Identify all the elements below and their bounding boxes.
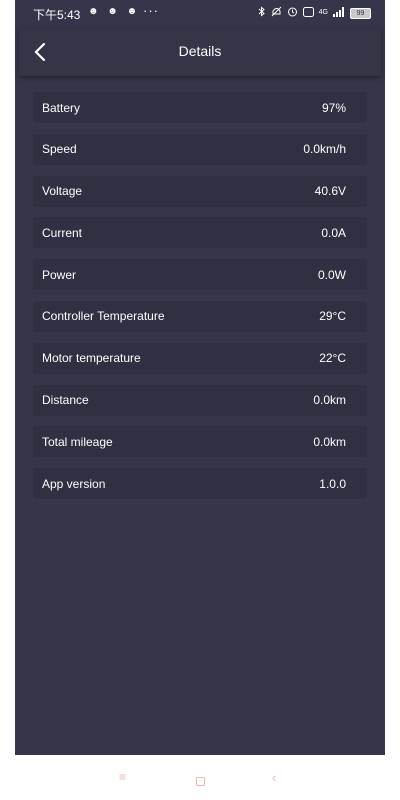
detail-label: Power	[42, 267, 77, 282]
detail-value: 0.0km/h	[303, 142, 346, 157]
mute-icon	[271, 6, 282, 20]
detail-value: 29°C	[319, 309, 346, 324]
status-bar: 下午5:43 ☻ ☻ ☻ ··· 4G 99	[15, 0, 385, 26]
more-notifications-icon: ···	[143, 3, 159, 18]
app-header: Details	[19, 28, 381, 76]
detail-label: Speed	[42, 142, 77, 157]
detail-label: App version	[42, 476, 106, 491]
alarm-icon	[287, 6, 298, 20]
detail-row-speed: Speed 0.0km/h	[33, 133, 367, 165]
page-title: Details	[178, 43, 222, 59]
detail-value: 0.0W	[317, 267, 346, 282]
nav-menu-button[interactable]: ≡	[119, 770, 126, 784]
detail-value: 1.0.0	[319, 476, 346, 491]
detail-value: 97%	[321, 100, 346, 115]
detail-row-power: Power 0.0W	[33, 259, 367, 291]
hd-icon	[302, 6, 314, 20]
detail-value: 0.0km	[313, 393, 346, 408]
detail-label: Controller Temperature	[42, 309, 165, 324]
detail-value: 0.0km	[313, 434, 346, 449]
detail-row-motor-temperature: Motor temperature 22°C	[33, 342, 367, 374]
detail-label: Distance	[42, 393, 89, 408]
detail-label: Voltage	[42, 184, 83, 199]
detail-row-app-version: App version 1.0.0	[33, 468, 367, 500]
detail-label: Total mileage	[42, 434, 113, 449]
battery-icon: 99	[350, 7, 371, 19]
detail-row-controller-temperature: Controller Temperature 29°C	[33, 300, 367, 332]
detail-value: 22°C	[319, 351, 346, 366]
detail-label: Current	[42, 225, 83, 240]
detail-row-distance: Distance 0.0km	[33, 384, 367, 416]
app-screen: 下午5:43 ☻ ☻ ☻ ··· 4G 99 Details Battery 9…	[15, 0, 385, 755]
nav-back-button[interactable]: ‹	[272, 770, 276, 785]
home-square-icon	[196, 777, 205, 786]
signal-icon	[333, 6, 345, 20]
bluetooth-icon	[258, 6, 266, 20]
detail-row-battery: Battery 97%	[33, 92, 367, 123]
battery-level: 99	[356, 9, 365, 17]
detail-value: 40.6V	[314, 184, 346, 199]
status-icons: 4G 99	[258, 6, 371, 20]
status-time: 下午5:43	[33, 8, 81, 22]
detail-value: 0.0A	[321, 225, 346, 240]
details-list: Battery 97% Speed 0.0km/h Voltage 40.6V …	[33, 92, 367, 510]
detail-row-total-mileage: Total mileage 0.0km	[33, 426, 367, 458]
nav-home-button[interactable]	[196, 773, 205, 791]
detail-label: Motor temperature	[42, 351, 141, 366]
network-type-label: 4G	[318, 9, 328, 16]
detail-row-voltage: Voltage 40.6V	[33, 175, 367, 207]
detail-label: Battery	[42, 100, 81, 115]
detail-row-current: Current 0.0A	[33, 217, 367, 249]
notification-icons: ☻ ☻ ☻	[88, 6, 141, 17]
